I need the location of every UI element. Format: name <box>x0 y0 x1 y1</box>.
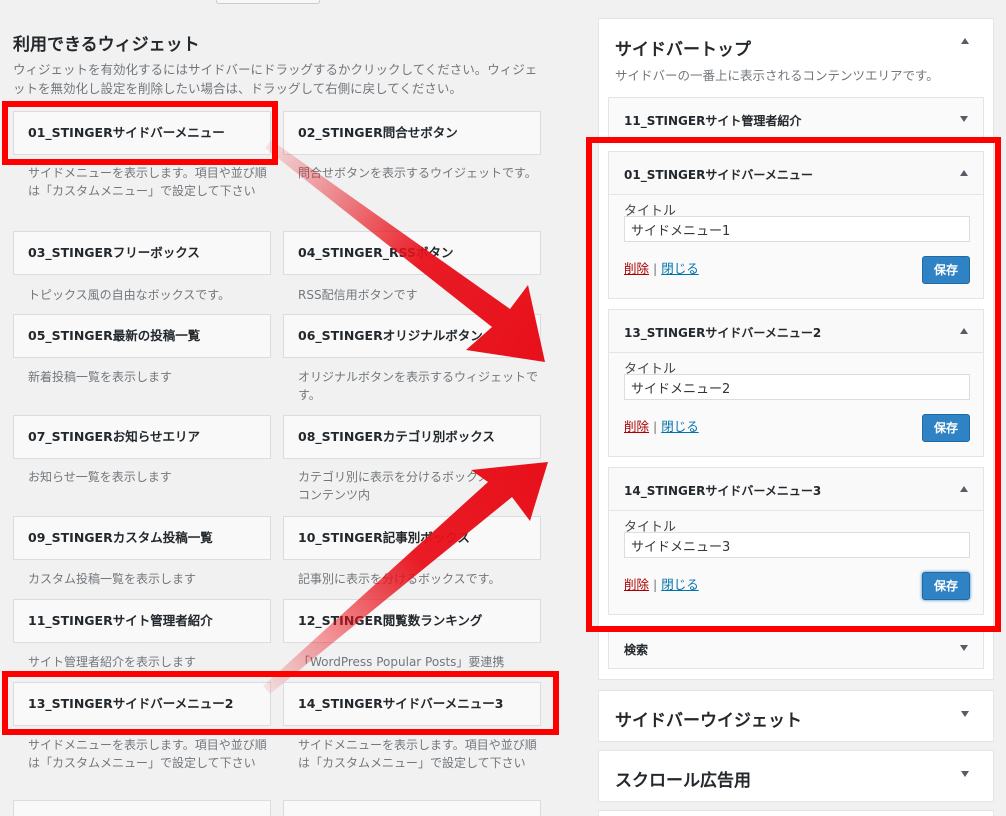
highlight-box-widgets-13-14 <box>2 671 559 735</box>
highlight-box-sidebar-menus <box>586 137 1001 632</box>
highlight-box-widget-01 <box>2 101 278 165</box>
arrow-1-icon <box>265 140 545 362</box>
arrow-2-icon <box>263 462 548 694</box>
